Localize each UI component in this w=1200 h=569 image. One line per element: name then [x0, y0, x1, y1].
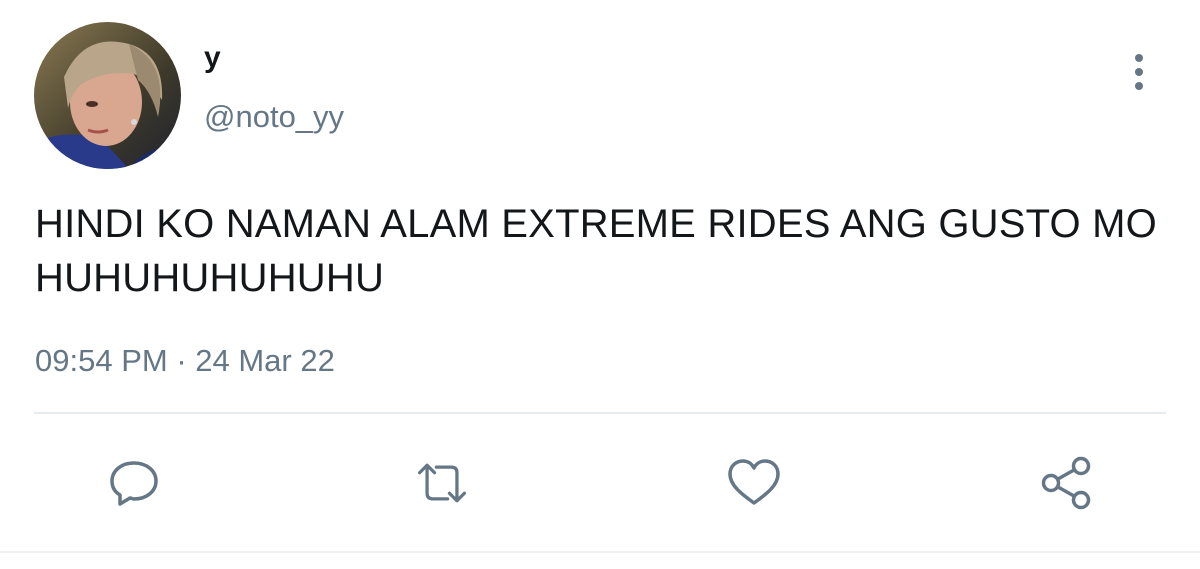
tweet-time: 09:54 PM	[35, 343, 168, 378]
tweet-timestamp: 09:54 PM · 24 Mar 22	[35, 342, 335, 380]
heart-icon	[728, 459, 780, 505]
more-options-button[interactable]	[1122, 50, 1156, 94]
retweet-icon	[417, 463, 467, 503]
tweet-date: 24 Mar 22	[195, 343, 335, 378]
vertical-dots-icon	[1135, 54, 1143, 62]
user-handle[interactable]: @noto_yy	[204, 98, 344, 136]
bottom-divider	[0, 551, 1200, 553]
reply-button[interactable]	[106, 455, 162, 511]
avatar[interactable]	[34, 22, 181, 169]
retweet-button[interactable]	[414, 455, 470, 511]
share-icon	[1041, 456, 1091, 510]
display-name[interactable]: y	[204, 40, 221, 76]
share-button[interactable]	[1039, 455, 1095, 511]
meta-separator: ·	[167, 343, 196, 378]
comment-icon	[110, 461, 158, 506]
tweet-text: HINDI KO NAMAN ALAM EXTREME RIDES ANG GU…	[35, 202, 1157, 300]
avatar-photo	[34, 22, 181, 169]
divider	[34, 412, 1166, 414]
like-button[interactable]	[726, 455, 782, 511]
vertical-dots-icon-dot	[1135, 68, 1143, 76]
vertical-dots-icon-dot	[1135, 82, 1143, 90]
